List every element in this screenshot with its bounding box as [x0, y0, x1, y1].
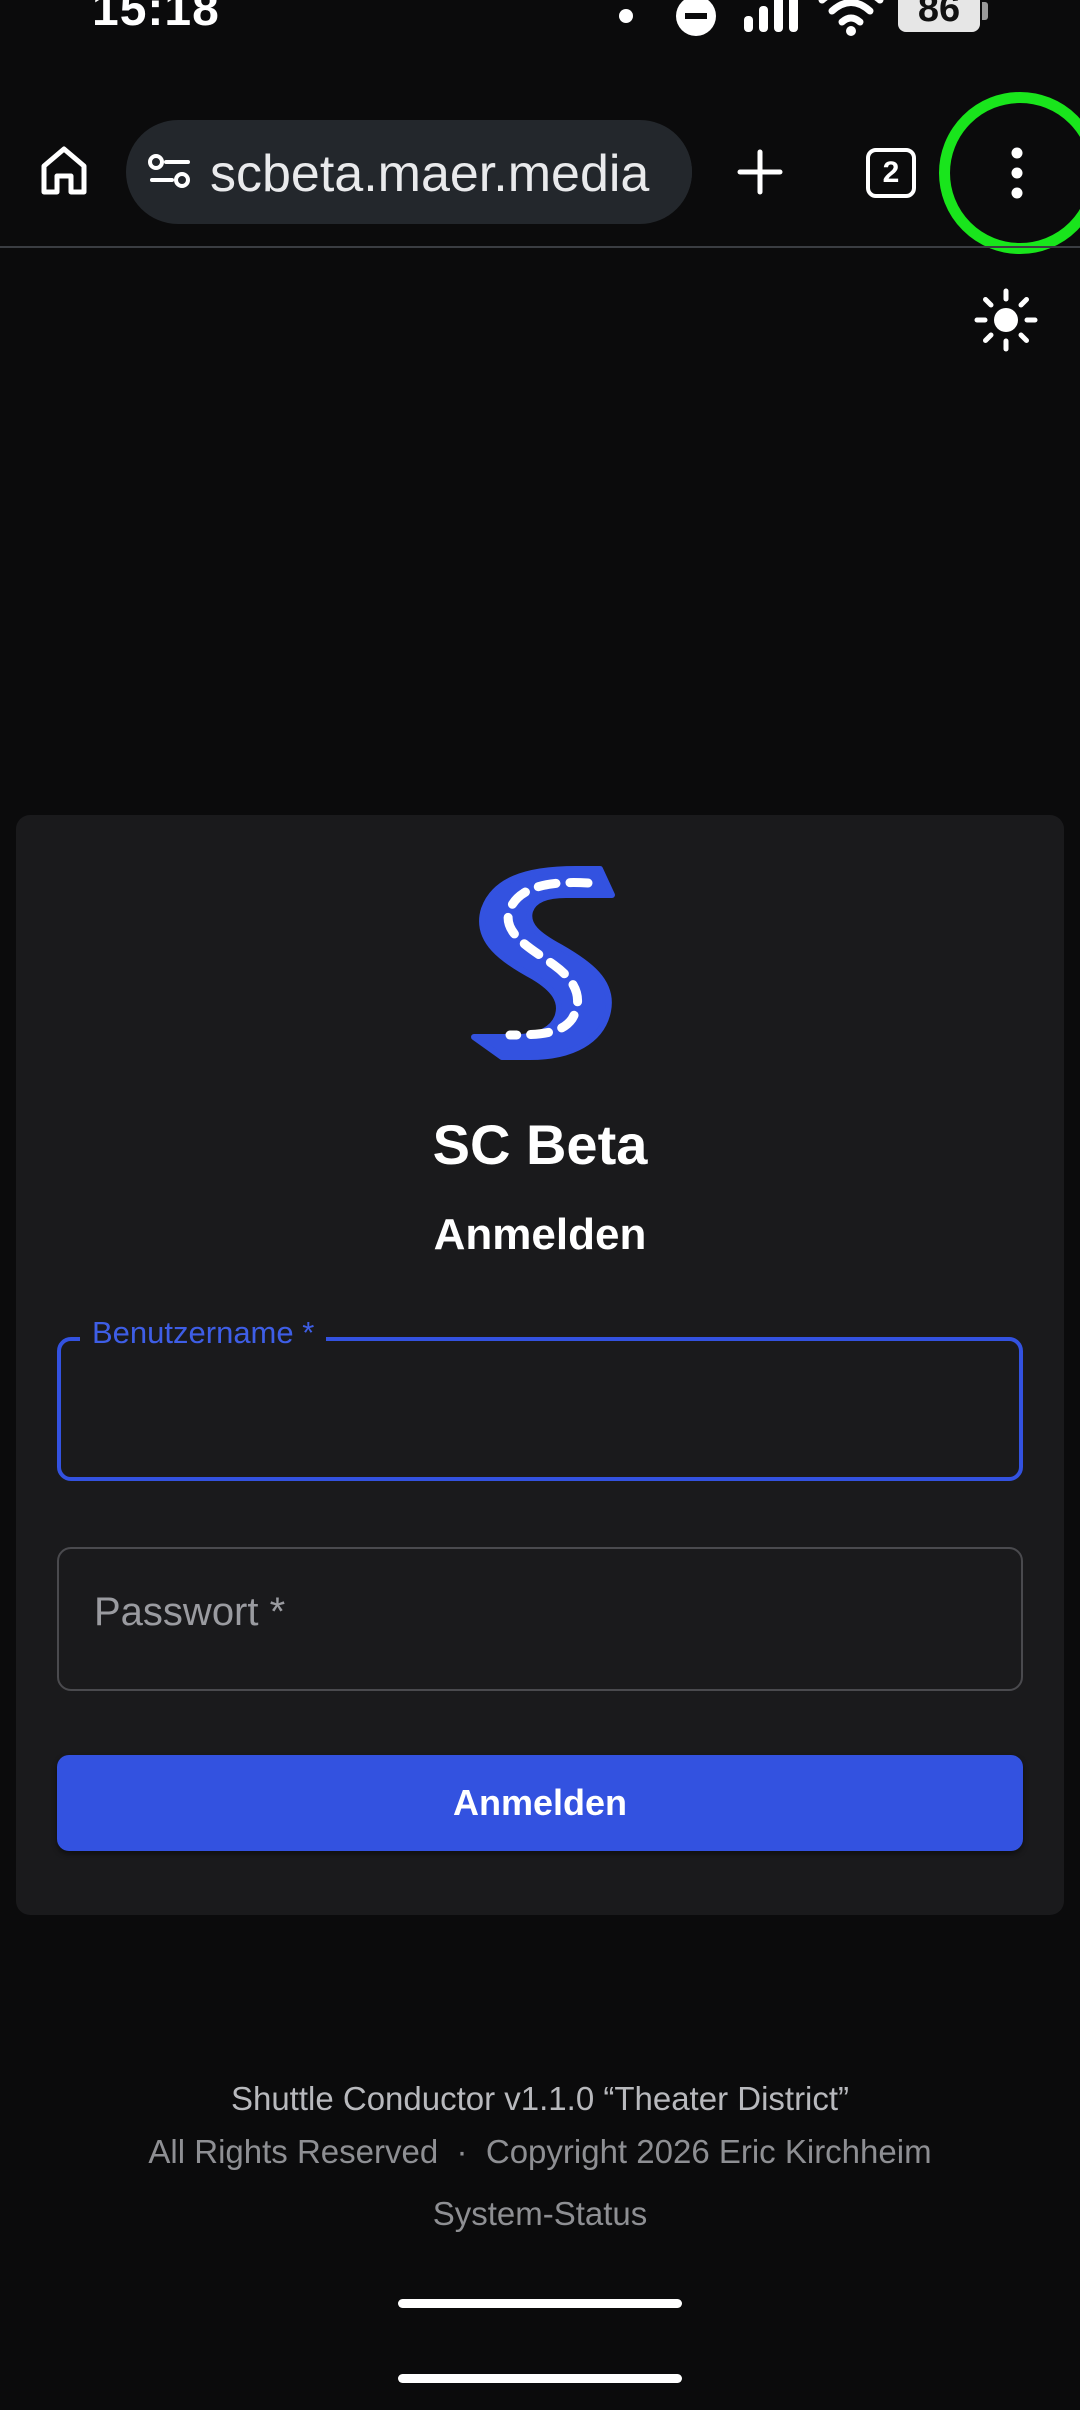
- sc-road-logo-icon: [471, 866, 615, 1060]
- app-name: SC Beta: [432, 1113, 648, 1176]
- do-not-disturb-icon: [676, 0, 716, 36]
- address-bar[interactable]: scbeta.maer.media: [126, 120, 692, 224]
- battery-icon: 86: [898, 0, 980, 32]
- site-settings-icon[interactable]: [148, 152, 192, 192]
- status-time: 15:18: [92, 0, 220, 36]
- gesture-bar[interactable]: [398, 2374, 682, 2383]
- username-field[interactable]: [57, 1337, 1023, 1481]
- gesture-bar[interactable]: [398, 2299, 682, 2308]
- version-text: Shuttle Conductor v1.1.0 “Theater Distri…: [230, 2080, 850, 2117]
- tabs-icon[interactable]: 2: [866, 148, 916, 198]
- password-placeholder: Passwort *: [94, 1590, 286, 1634]
- status-bar: 15:18 86: [0, 0, 1080, 60]
- username-label: Benutzername *: [80, 1313, 327, 1353]
- toolbar-divider: [0, 246, 1080, 248]
- tab-count: 2: [882, 156, 900, 189]
- notification-dot-icon: [619, 9, 633, 23]
- battery-level: 86: [917, 0, 961, 30]
- page-title: Anmelden: [433, 1210, 647, 1259]
- copyright-text: All Rights Reserved · Copyright 2026 Eri…: [148, 2133, 932, 2170]
- home-icon[interactable]: [36, 142, 92, 198]
- battery-nub: [982, 2, 988, 20]
- wifi-icon: [818, 0, 884, 36]
- sun-icon[interactable]: [974, 288, 1038, 352]
- signal-icon: [744, 0, 798, 32]
- new-tab-icon[interactable]: [736, 148, 784, 196]
- url-text: scbeta.maer.media: [210, 145, 650, 203]
- url-fade: [652, 120, 692, 224]
- login-button[interactable]: Anmelden: [57, 1755, 1023, 1851]
- system-status-link[interactable]: System-Status: [0, 2195, 1080, 2233]
